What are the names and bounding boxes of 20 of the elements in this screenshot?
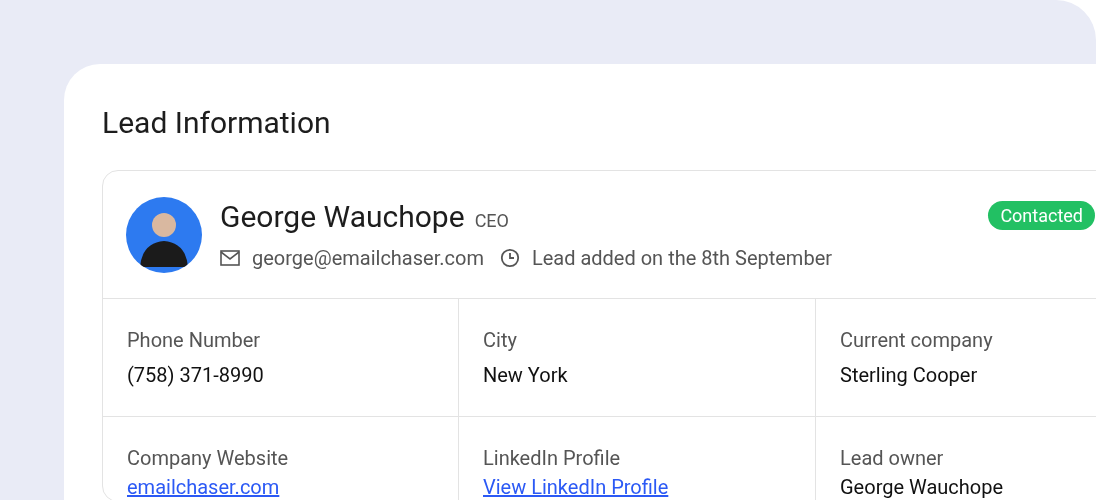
- clock-icon: [499, 248, 520, 268]
- field-label: Company Website: [127, 445, 290, 471]
- field-link[interactable]: emailchaser.com: [127, 475, 458, 499]
- field-value: George Wauchope: [840, 475, 1005, 499]
- status-badge: Contacted: [988, 201, 1095, 230]
- field-label: City: [483, 327, 518, 353]
- lead-role: CEO: [474, 210, 509, 231]
- lead-email: george@emailchaser.com: [252, 245, 484, 271]
- section-title: Lead Information: [102, 104, 332, 142]
- envelope-icon: [220, 250, 240, 266]
- field-label: Phone Number: [127, 327, 262, 353]
- field-value: Sterling Cooper: [840, 363, 979, 387]
- lead-name: George Wauchope: [220, 199, 465, 235]
- field-label: Current company: [840, 327, 994, 353]
- field-link[interactable]: View LinkedIn Profile: [483, 475, 815, 499]
- field-label: Lead owner: [840, 445, 945, 471]
- lead-added-date: Lead added on the 8th September: [531, 245, 833, 271]
- field-value: New York: [483, 363, 569, 387]
- field-value: (758) 371-8990: [127, 363, 265, 387]
- field-label: LinkedIn Profile: [483, 445, 622, 471]
